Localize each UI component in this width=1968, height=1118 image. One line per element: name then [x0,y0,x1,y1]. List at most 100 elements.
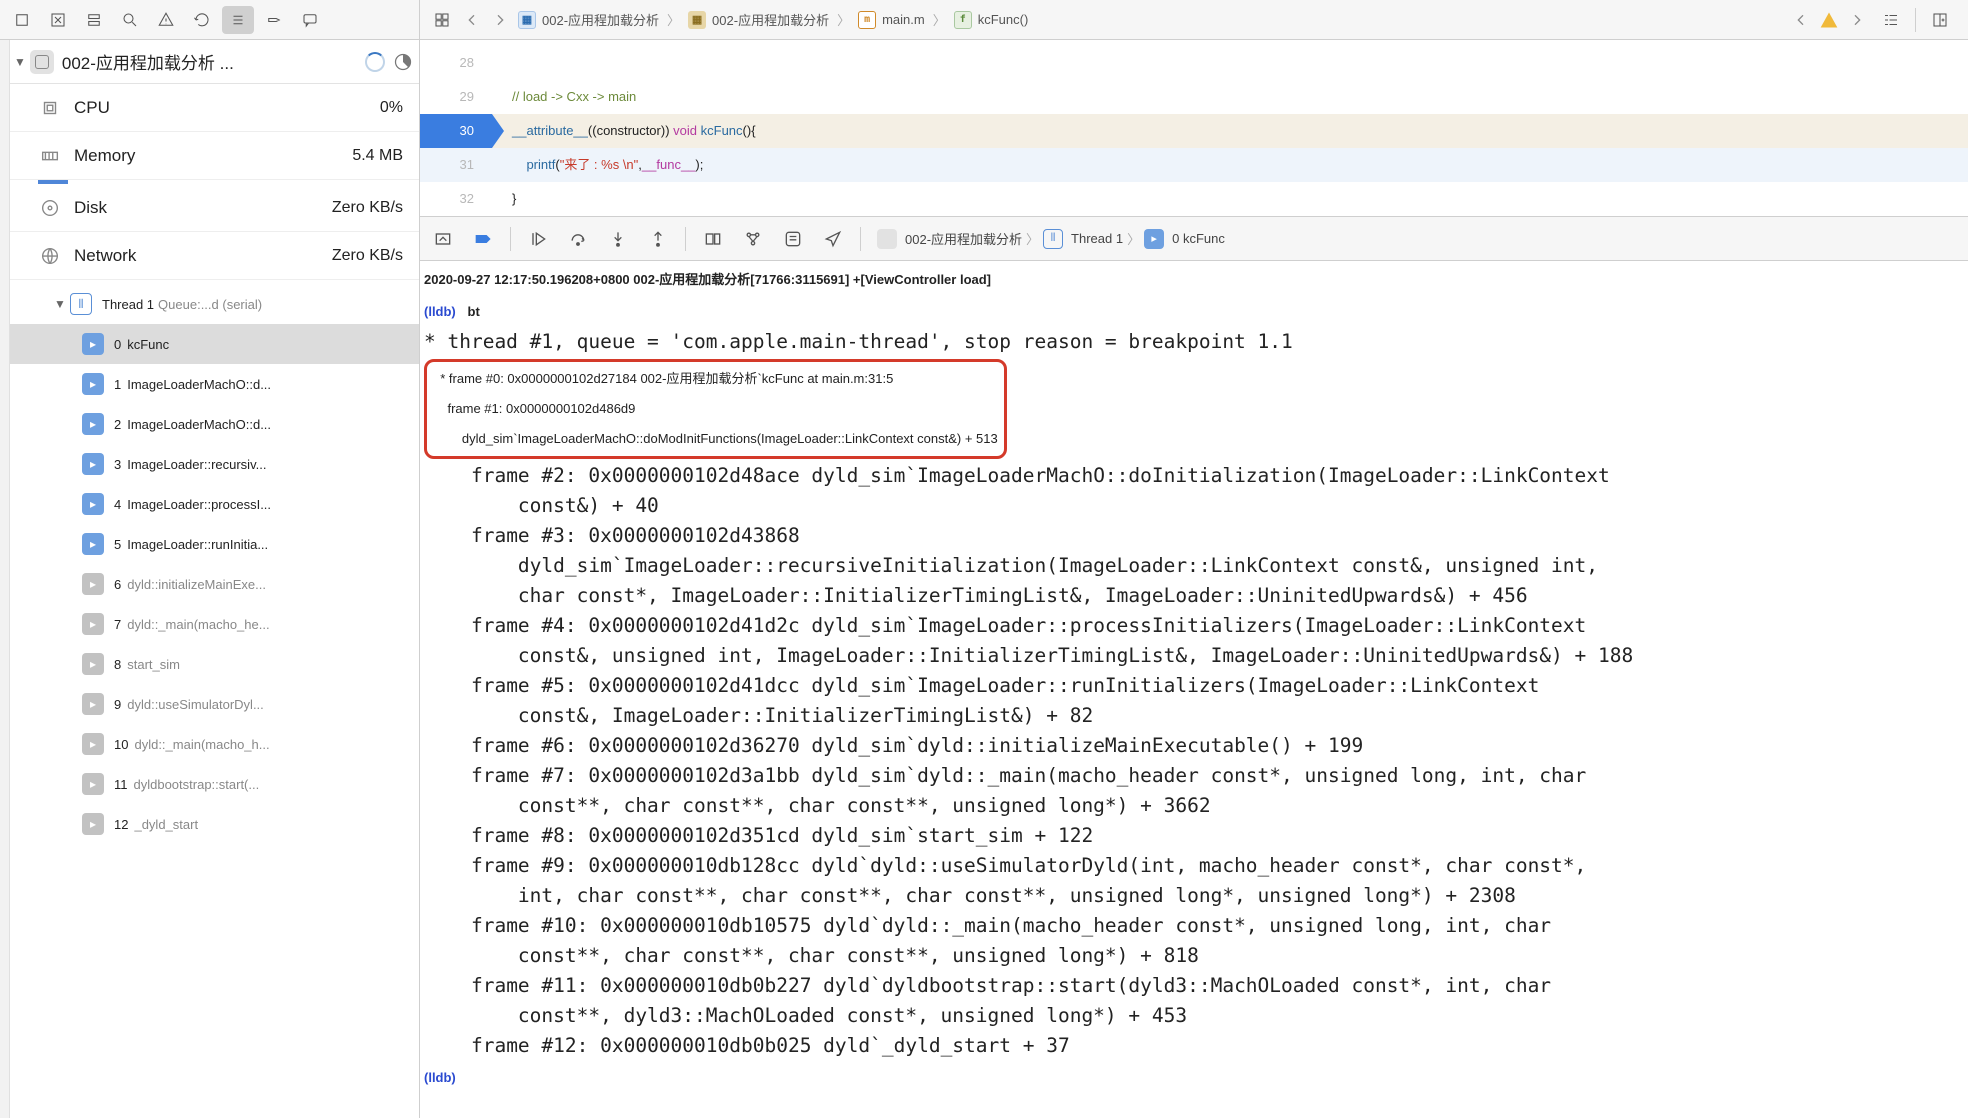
thread-label: Thread 1 [102,297,154,312]
lldb-console[interactable]: 2020-09-27 12:17:50.196208+0800 002-应用程加… [420,261,1968,1118]
crumb-label: 002-应用程加载分析 [542,10,659,29]
frame-icon: ▸ [82,653,104,675]
frame-icon: ▸ [82,413,104,435]
frame-label: kcFunc [127,337,169,352]
frame-index: 6 [114,577,121,592]
stack-frame-row[interactable]: ▸5ImageLoader::runInitia... [10,524,419,564]
step-out-icon[interactable] [641,224,675,254]
memory-icon [38,144,62,168]
stack-frame-row[interactable]: ▸12_dyld_start [10,804,419,844]
crumb-label[interactable]: 0 kcFunc [1172,231,1225,246]
thread-icon: ⦀ [1043,229,1063,249]
debug-bar: 002-应用程加载分析 〉 ⦀ Thread 1 〉 ▸ 0 kcFunc [420,217,1968,261]
disclosure-icon[interactable]: ▼ [14,55,26,69]
forward-button[interactable] [486,6,514,34]
warning-badge-icon[interactable] [1819,10,1839,30]
metric-memory[interactable]: Memory5.4 MB [10,132,419,180]
process-title: 002-应用程加载分析 ... [62,49,359,74]
stack-frame-row[interactable]: ▸6dyld::initializeMainExe... [10,564,419,604]
add-editor-icon[interactable] [1924,6,1956,34]
crumb-label[interactable]: Thread 1 [1071,231,1123,246]
stack-frame-row[interactable]: ▸11dyldbootstrap::start(... [10,764,419,804]
pie-icon[interactable] [393,52,413,72]
frame-icon: ▸ [1144,229,1164,249]
frame-label: ImageLoaderMachO::d... [127,377,271,392]
crumb-symbol[interactable]: fkcFunc() [950,11,1033,29]
stack-frame-row[interactable]: ▸2ImageLoaderMachO::d... [10,404,419,444]
crumb-file[interactable]: mmain.m [854,11,929,29]
line-gutter: 2829303132 [420,40,492,216]
memory-graph-icon[interactable] [736,224,770,254]
related-items-icon[interactable] [426,6,458,34]
frame-icon: ▸ [82,493,104,515]
stack-icon[interactable] [78,6,110,34]
tag-icon[interactable] [258,6,290,34]
next-issue-button[interactable] [1843,6,1871,34]
stack-frame-row[interactable]: ▸0kcFunc [10,324,419,364]
view-debugger-icon[interactable] [696,224,730,254]
code-body[interactable]: // load -> Cxx -> main__attribute__((con… [492,40,1968,216]
thread-row[interactable]: ▼ ⦀ Thread 1 Queue:...d (serial) [10,284,419,324]
metric-value: Zero KB/s [332,199,403,217]
metric-label: Memory [74,146,352,166]
location-icon[interactable] [816,224,850,254]
back-button[interactable] [458,6,486,34]
chevron-right-icon: 〉 [1125,229,1142,248]
debug-navigator: ▼ 002-应用程加载分析 ... CPU0%Memory5.4 MBDiskZ… [0,40,420,1118]
frame-label: start_sim [127,657,180,672]
frame-icon: ▸ [82,453,104,475]
crumb-label[interactable]: 002-应用程加载分析 [905,229,1022,248]
outline-icon[interactable] [1875,6,1907,34]
breadcrumbs: ▦002-应用程加载分析 〉 ▦002-应用程加载分析 〉 mmain.m 〉 … [514,10,1032,29]
chevron-right-icon: 〉 [835,10,852,29]
refresh-icon[interactable] [186,6,218,34]
stack-frame-row[interactable]: ▸10dyld::_main(macho_h... [10,724,419,764]
metric-label: Network [74,246,332,266]
crumb-label: main.m [882,12,925,27]
list-icon[interactable] [222,6,254,34]
frame-icon: ▸ [82,533,104,555]
spinner-icon [365,52,385,72]
frame-label: ImageLoaderMachO::d... [127,417,271,432]
continue-icon[interactable] [521,224,555,254]
stack-frame-row[interactable]: ▸ 8 start_sim [10,644,419,684]
crumb-folder[interactable]: ▦002-应用程加载分析 [684,10,833,29]
left-gutter [0,40,10,1118]
stack-frame-row[interactable]: ▸9dyld::useSimulatorDyl... [10,684,419,724]
stack-frame-row[interactable]: ▸4ImageLoader::processI... [10,484,419,524]
process-row[interactable]: ▼ 002-应用程加载分析 ... [10,40,419,84]
stack-frame-row[interactable]: ▸3ImageLoader::recursiv... [10,444,419,484]
metric-cpu[interactable]: CPU0% [10,84,419,132]
step-into-icon[interactable] [601,224,635,254]
code-editor[interactable]: 2829303132 // load -> Cxx -> main__attri… [420,40,1968,217]
search-icon[interactable] [114,6,146,34]
frame-index: 1 [114,377,121,392]
metric-value: Zero KB/s [332,247,403,265]
warning-icon[interactable] [150,6,182,34]
frame-icon: ▸ [82,773,104,795]
metric-label: Disk [74,198,332,218]
prev-issue-button[interactable] [1787,6,1815,34]
crumb-project[interactable]: ▦002-应用程加载分析 [514,10,663,29]
frame-icon: ▸ [82,813,104,835]
disclosure-icon[interactable]: ▼ [54,297,70,311]
breakpoints-icon[interactable] [466,224,500,254]
square-icon[interactable] [6,6,38,34]
x-box-icon[interactable] [42,6,74,34]
step-over-icon[interactable] [561,224,595,254]
chat-icon[interactable] [294,6,326,34]
stack-frame-row[interactable]: ▸1ImageLoaderMachO::d... [10,364,419,404]
thread-icon: ⦀ [70,293,92,315]
metric-network[interactable]: NetworkZero KB/s [10,232,419,280]
chevron-right-icon: 〉 [1024,229,1041,248]
debug-breadcrumbs: 002-应用程加载分析 〉 ⦀ Thread 1 〉 ▸ 0 kcFunc [877,229,1225,249]
frame-icon: ▸ [82,573,104,595]
environment-icon[interactable] [776,224,810,254]
cpu-icon [38,96,62,120]
frame-icon: ▸ [82,733,104,755]
stack-frame-row[interactable]: ▸7dyld::_main(macho_he... [10,604,419,644]
hide-debug-icon[interactable] [426,224,460,254]
frame-index: 11 [114,777,128,792]
metric-disk[interactable]: DiskZero KB/s [10,184,419,232]
frame-index: 8 [114,657,121,672]
